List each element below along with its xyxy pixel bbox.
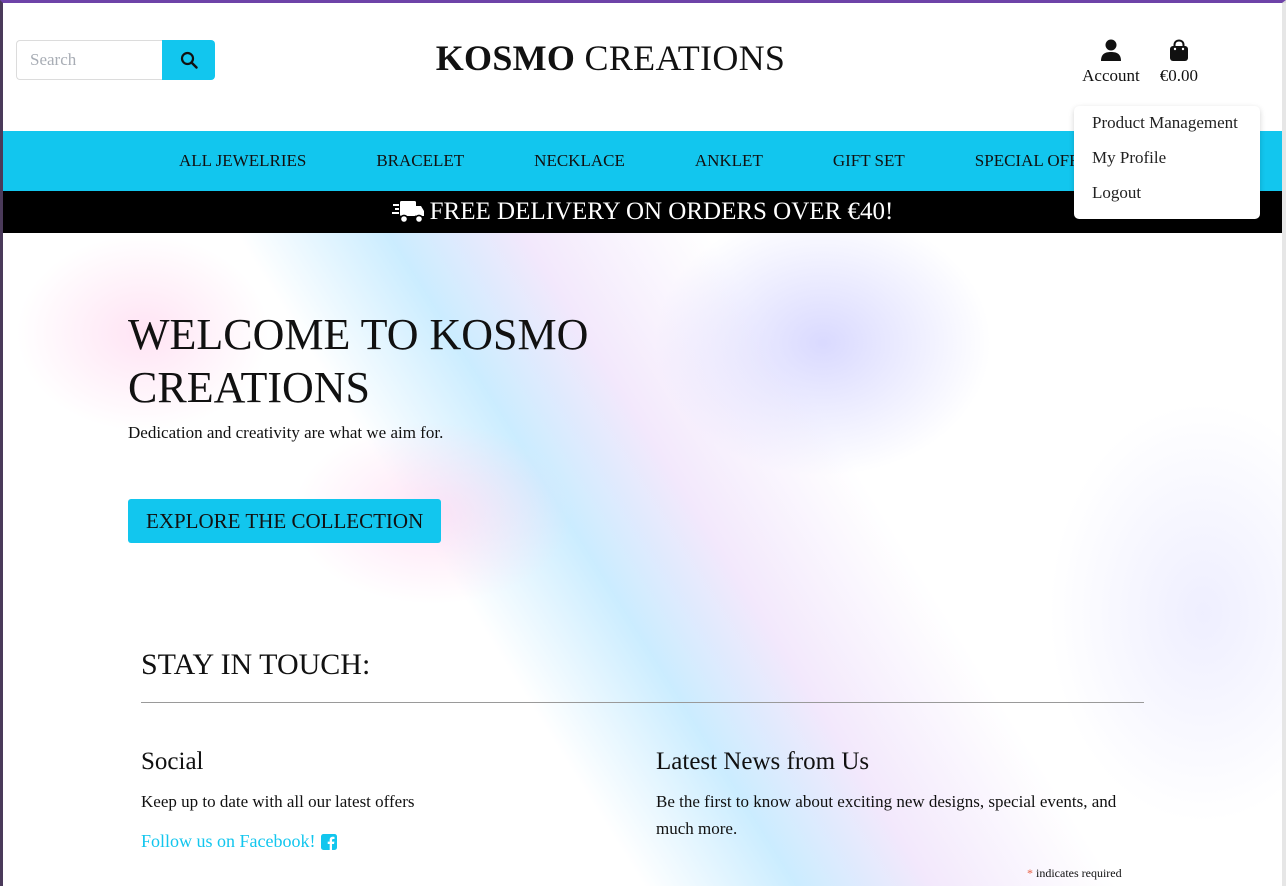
explore-collection-button[interactable]: EXPLORE THE COLLECTION (128, 499, 442, 543)
delivery-text: FREE DELIVERY ON ORDERS OVER €40! (429, 198, 894, 225)
social-section: Social Keep up to date with all our late… (141, 748, 611, 852)
required-note-text: indicates required (1036, 866, 1122, 880)
social-text: Keep up to date with all our latest offe… (141, 792, 415, 811)
hero-subtitle: Dedication and creativity are what we ai… (128, 423, 444, 442)
hero-section: WELCOME TO KOSMO CREATIONS Dedication an… (3, 233, 1282, 886)
menu-item-logout[interactable]: Logout (1074, 181, 1260, 216)
section-divider (141, 702, 1144, 703)
cart-total: €0.00 (1159, 66, 1198, 85)
facebook-link-label: Follow us on Facebook! (141, 831, 316, 851)
header-actions: Account €0.00 (1082, 39, 1198, 86)
truck-icon (391, 201, 424, 224)
page-scrollbar[interactable] (1282, 3, 1286, 886)
shopping-bag-icon (1169, 39, 1188, 61)
newsletter-title: Latest News from Us (656, 748, 870, 775)
social-title: Social (141, 748, 204, 775)
user-icon (1100, 39, 1121, 61)
facebook-icon (320, 833, 337, 850)
stay-in-touch-title: STAY IN TOUCH: (141, 648, 371, 681)
site-logo[interactable]: KOSMO CREATIONS (3, 37, 1218, 79)
brand-rest: CREATIONS (575, 38, 786, 78)
nav-item-bracelet[interactable]: BRACELET (376, 151, 464, 171)
account-label: Account (1082, 66, 1140, 85)
nav-item-all-jewelries[interactable]: ALL JEWELRIES (179, 151, 306, 171)
cart-button[interactable]: €0.00 (1160, 39, 1198, 86)
nav-item-gift-set[interactable]: GIFT SET (833, 151, 905, 171)
nav-item-necklace[interactable]: NECKLACE (534, 151, 625, 171)
facebook-link[interactable]: Follow us on Facebook! (141, 831, 337, 852)
required-fields-note: * indicates required (1027, 866, 1122, 881)
main-nav-list: ALL JEWELRIES BRACELET NECKLACE ANKLET G… (179, 131, 1180, 191)
nav-item-anklet[interactable]: ANKLET (695, 151, 763, 171)
account-button[interactable]: Account (1082, 39, 1140, 86)
hero-title: WELCOME TO KOSMO CREATIONS (128, 310, 589, 412)
newsletter-text: Be the first to know about exciting new … (656, 792, 1117, 838)
menu-item-product-management[interactable]: Product Management (1074, 111, 1260, 146)
newsletter-section: Latest News from Us Be the first to know… (656, 748, 1146, 842)
required-asterisk: * (1027, 866, 1033, 880)
account-dropdown-menu: Product Management My Profile Logout (1074, 106, 1260, 219)
brand-bold: KOSMO (435, 38, 576, 78)
menu-item-my-profile[interactable]: My Profile (1074, 146, 1260, 181)
